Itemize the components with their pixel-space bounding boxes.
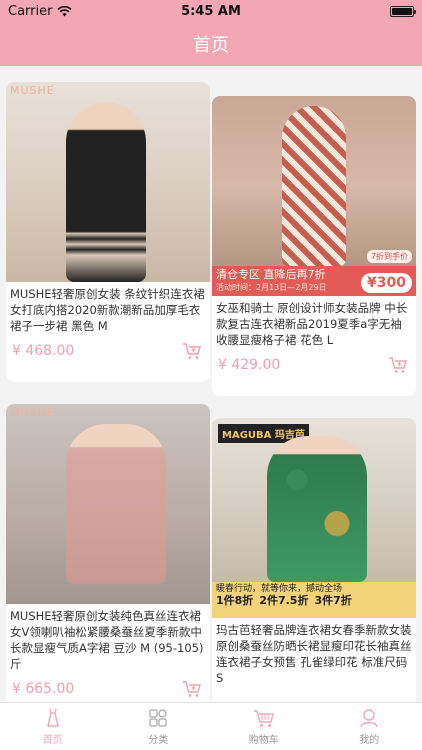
product-image[interactable]: MAGUBA 玛吉芭 暖春行动，就等你来，撼动全场 1件8折 2件7.5折 3件…: [212, 418, 416, 618]
product-image[interactable]: 7折到手价 清仓专区 直降后再7折 活动时间：2月13日—2月29日 ¥300: [212, 96, 416, 296]
carrier-label: Carrier: [8, 3, 53, 19]
model-figure: [282, 106, 346, 266]
brand-logo: MUSHE: [10, 84, 55, 97]
carrier-group: Carrier: [8, 3, 73, 19]
dress-icon: [46, 708, 59, 727]
brand-logo: MUSHE: [10, 406, 55, 419]
product-card[interactable]: MUSHE MUSHE轻奢原创女装 条纹针织连衣裙女打底内搭2020新款潮新品加…: [6, 82, 210, 382]
add-to-cart-icon[interactable]: [388, 356, 408, 374]
wifi-icon: [57, 5, 73, 16]
cart-icon: [253, 710, 274, 727]
tab-label: 分类: [148, 735, 169, 746]
tab-bar: 首页 分类 购物车 我的: [0, 702, 422, 750]
promo-banner: 暖春行动，就等你来，撼动全场 1件8折 2件7.5折 3件7折: [212, 582, 416, 618]
promo-tier-3: 3件7折: [314, 594, 352, 607]
product-grid[interactable]: MUSHE MUSHE轻奢原创女装 条纹针织连衣裙女打底内搭2020新款潮新品加…: [0, 66, 422, 702]
page-title: 首页: [193, 35, 229, 56]
battery-icon: [390, 5, 416, 17]
tab-cart[interactable]: 购物车: [211, 703, 317, 750]
product-image[interactable]: MUSHE: [6, 404, 210, 604]
status-bar: Carrier 5:45 AM: [0, 0, 422, 22]
tab-label: 首页: [42, 735, 63, 746]
product-card[interactable]: MAGUBA 玛吉芭 暖春行动，就等你来，撼动全场 1件8折 2件7.5折 3件…: [212, 418, 416, 702]
tab-label: 购物车: [248, 735, 279, 746]
model-figure: [267, 436, 367, 582]
product-title[interactable]: 女巫和骑士 原创设计师女装品牌 中长款复古连衣裙新品2019夏季a字无袖收腰显瘦…: [212, 296, 416, 348]
add-to-cart-icon[interactable]: [182, 680, 202, 698]
grid-icon: [149, 709, 167, 727]
nav-bar: 首页: [0, 22, 422, 66]
product-title[interactable]: MUSHE轻奢原创女装纯色真丝连衣裙女V领喇叭袖松紧腰桑蚕丝夏季新款中长款显瘦气…: [6, 604, 210, 672]
model-figure: [66, 102, 146, 282]
product-image[interactable]: MUSHE: [6, 82, 210, 282]
product-price: ¥ 468.00: [12, 343, 75, 359]
promo-tier-1: 1件8折: [216, 594, 254, 607]
tab-home[interactable]: 首页: [0, 703, 106, 750]
tab-label: 我的: [359, 735, 380, 746]
product-card[interactable]: MUSHE MUSHE轻奢原创女装纯色真丝连衣裙女V领喇叭袖松紧腰桑蚕丝夏季新款…: [6, 404, 210, 702]
tab-category[interactable]: 分类: [106, 703, 212, 750]
model-figure: [66, 424, 166, 584]
product-price: ¥ 429.00: [218, 357, 281, 373]
product-price: ¥ 665.00: [12, 681, 75, 697]
promo-price-badge: ¥300: [361, 273, 412, 293]
product-title[interactable]: MUSHE轻奢原创女装 条纹针织连衣裙女打底内搭2020新款潮新品加厚毛衣裙子一…: [6, 282, 210, 334]
add-to-cart-icon[interactable]: [182, 342, 202, 360]
tab-profile[interactable]: 我的: [317, 703, 422, 750]
promo-tier-2: 2件7.5折: [259, 594, 309, 607]
product-title[interactable]: 玛古芭轻奢品牌连衣裙女春季新款女装原创桑蚕丝防晒长裙显瘦印花长袖真丝连衣裙子女预…: [212, 618, 416, 686]
promo-chip: 7折到手价: [366, 250, 412, 263]
profile-icon: [360, 709, 378, 728]
product-card[interactable]: 7折到手价 清仓专区 直降后再7折 活动时间：2月13日—2月29日 ¥300 …: [212, 96, 416, 396]
